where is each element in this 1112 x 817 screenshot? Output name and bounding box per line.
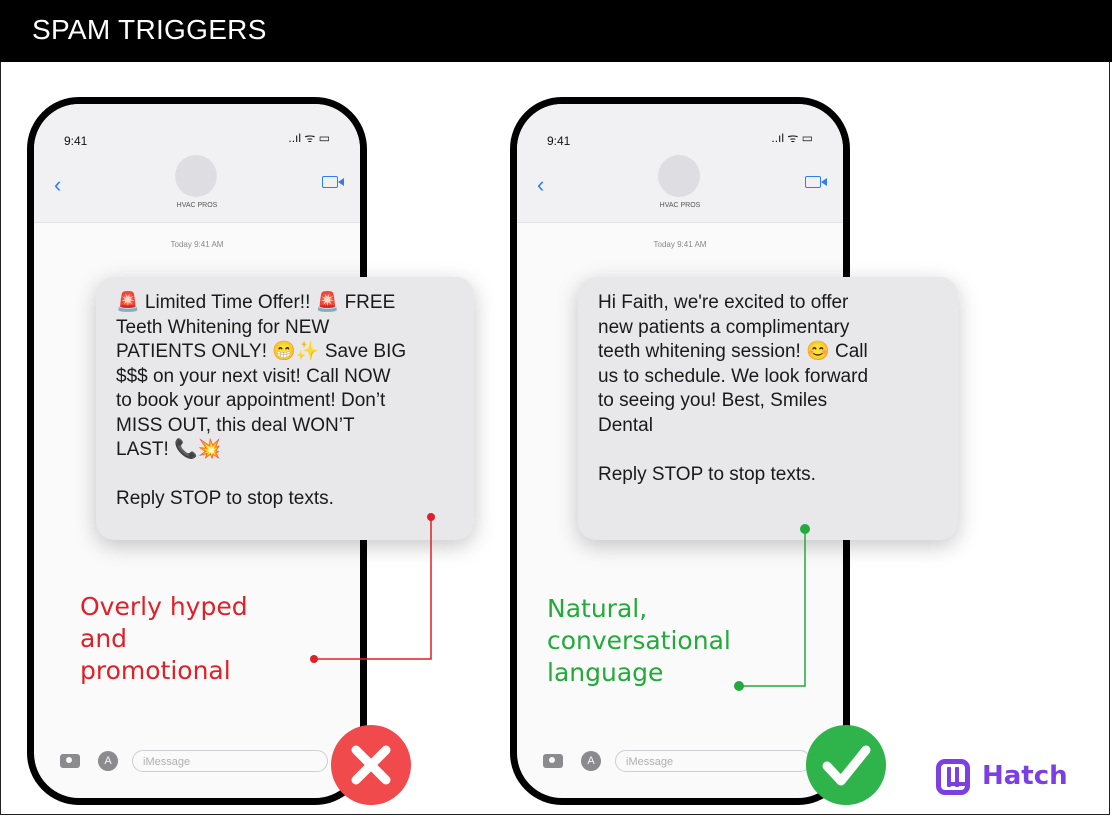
contact-name: HVAC PROS: [659, 202, 701, 209]
annotation-natural: Natural, conversational language: [547, 593, 807, 689]
avatar: [175, 155, 217, 197]
camera-icon[interactable]: [60, 754, 80, 768]
page-title: SPAM TRIGGERS: [32, 14, 267, 45]
annotation-line: and: [80, 624, 128, 653]
message-line: LAST! 📞💥: [116, 439, 222, 460]
message-line: Hi Faith, we're excited to offer: [598, 292, 849, 313]
message-timestamp: Today 9:41 AM: [653, 240, 707, 249]
message-line: PATIENTS ONLY! 😁✨ Save BIG: [116, 341, 407, 362]
app-store-icon[interactable]: A: [98, 751, 118, 771]
message-line: to book your appointment! Don’t: [116, 390, 386, 411]
header-bar: SPAM TRIGGERS: [0, 0, 1112, 62]
message-timestamp: Today 9:41 AM: [170, 240, 224, 249]
message-line: us to schedule. We look forward: [598, 365, 869, 387]
phone-header: 9:41 ..ıl ᯤ ▭ ‹ HVAC PROS: [34, 104, 360, 223]
message-line: teeth whitening session! 😊 Call: [598, 341, 868, 362]
annotation-line: language: [547, 658, 664, 687]
stop-opt-out-text: Reply STOP to stop texts.: [598, 463, 816, 485]
status-time: 9:41: [547, 134, 571, 148]
stop-opt-out-text: Reply STOP to stop texts.: [116, 488, 334, 509]
compose-bar: A iMessage: [34, 738, 360, 798]
annotation-line: Overly hyped: [80, 592, 248, 621]
hatch-logo-icon: [936, 759, 970, 795]
message-line: new patients a complimentary: [598, 316, 850, 338]
check-icon: [806, 725, 886, 805]
natural-message-bubble: Hi Faith, we're excited to offer new pat…: [578, 277, 958, 540]
phone-header: 9:41 ..ıl ᯤ ▭ ‹ HVAC PROS: [517, 104, 843, 223]
annotation-line: conversational: [547, 626, 731, 655]
annotation-line: promotional: [80, 656, 231, 685]
logo-text: Hatch: [982, 761, 1068, 791]
camera-icon[interactable]: [543, 754, 563, 768]
status-time: 9:41: [64, 134, 88, 148]
back-chevron-icon[interactable]: ‹: [537, 172, 544, 198]
annotation-line: Natural,: [547, 594, 648, 623]
back-chevron-icon[interactable]: ‹: [54, 172, 61, 198]
status-icons: ..ıl ᯤ ▭: [288, 131, 330, 145]
video-call-icon[interactable]: [322, 176, 344, 188]
imessage-input[interactable]: iMessage: [132, 750, 328, 772]
message-line: Teeth Whitening for NEW: [116, 316, 330, 338]
imessage-input[interactable]: iMessage: [615, 750, 811, 772]
app-store-icon[interactable]: A: [581, 751, 601, 771]
x-icon: [331, 725, 411, 805]
message-line: 🚨 Limited Time Offer!! 🚨 FREE: [116, 292, 396, 313]
avatar: [658, 155, 700, 197]
contact-name: HVAC PROS: [176, 202, 218, 209]
video-call-icon[interactable]: [805, 176, 827, 188]
message-line: $$$ on your next visit! Call NOW: [116, 365, 391, 387]
message-line: to seeing you! Best, Smiles: [598, 390, 828, 411]
message-line: Dental: [598, 414, 653, 436]
compose-bar: A iMessage: [517, 738, 843, 798]
annotation-hyped: Overly hyped and promotional: [80, 591, 330, 687]
spam-message-bubble: 🚨 Limited Time Offer!! 🚨 FREE Teeth Whit…: [96, 277, 474, 540]
status-icons: ..ıl ᯤ ▭: [771, 131, 813, 145]
message-line: MISS OUT, this deal WON’T: [116, 414, 355, 436]
